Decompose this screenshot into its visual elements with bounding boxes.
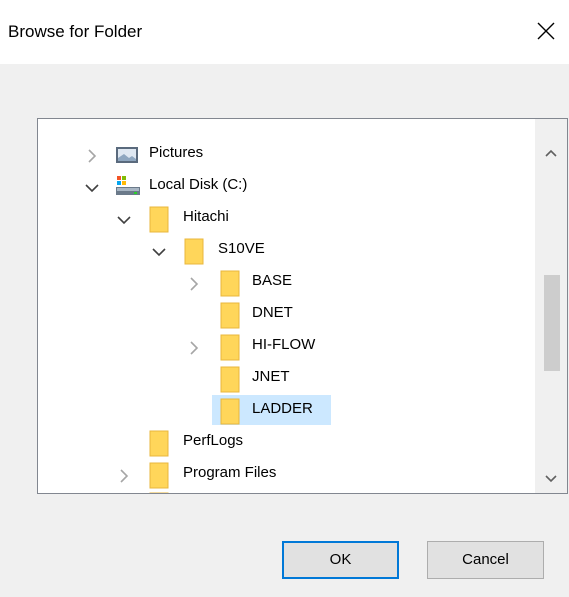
ok-button[interactable]: OK	[282, 541, 399, 579]
chevron-right-icon[interactable]	[116, 468, 132, 484]
tree-item-perflogs[interactable]: PerfLogs	[38, 427, 518, 459]
folder-icon	[149, 492, 169, 493]
tree-item-hitachi[interactable]: Hitachi	[38, 203, 518, 235]
folder-icon	[220, 270, 240, 297]
tree-item-label: Program Files	[183, 464, 277, 481]
tree-item-dnet[interactable]: DNET	[38, 299, 518, 331]
folder-icon	[184, 238, 204, 265]
tree-item-label: HI-FLOW	[252, 336, 316, 353]
folder-icon	[149, 462, 169, 489]
tree-item-label: Hitachi	[183, 208, 229, 225]
folder-icon	[149, 430, 169, 457]
chevron-right-icon[interactable]	[186, 340, 202, 356]
browse-for-folder-dialog: Browse for Folder Pictures Local Disk (C…	[0, 0, 569, 597]
tree-item-label: Pictures	[149, 144, 204, 161]
scroll-down-arrow-icon[interactable]	[543, 471, 559, 487]
tree-item-label: DNET	[252, 304, 293, 321]
tree-item-label: LADDER	[252, 400, 313, 417]
tree-item-program-files[interactable]: Program Files	[38, 459, 518, 491]
title-bar: Browse for Folder	[0, 0, 569, 64]
chevron-down-icon[interactable]	[84, 180, 100, 196]
close-icon	[537, 22, 555, 40]
tree-item-hi-flow[interactable]: HI-FLOW	[38, 331, 518, 363]
tree-item-ladder[interactable]: LADDER	[38, 395, 518, 427]
folder-tree[interactable]: Pictures Local Disk (C:) Hitachi S10VE B…	[37, 118, 568, 494]
cancel-button[interactable]: Cancel	[427, 541, 544, 579]
tree-item-base[interactable]: BASE	[38, 267, 518, 299]
scrollbar-thumb[interactable]	[544, 275, 560, 371]
tree-item-s10ve[interactable]: S10VE	[38, 235, 518, 267]
folder-icon	[220, 366, 240, 393]
tree-item-label: JNET	[252, 368, 290, 385]
tree-item-label: S10VE	[218, 240, 265, 257]
close-button[interactable]	[523, 8, 569, 52]
folder-icon	[149, 206, 169, 233]
tree-item-pictures[interactable]: Pictures	[38, 139, 518, 171]
dialog-title: Browse for Folder	[8, 22, 143, 41]
scroll-up-arrow-icon[interactable]	[543, 145, 559, 161]
drive-icon	[116, 176, 140, 195]
chevron-right-icon[interactable]	[84, 148, 100, 164]
vertical-scrollbar[interactable]	[535, 119, 567, 493]
tree-item-local-disk[interactable]: Local Disk (C:)	[38, 171, 518, 203]
folder-icon	[220, 398, 240, 425]
tree-item-label: Local Disk (C:)	[149, 176, 248, 193]
tree-item-jnet[interactable]: JNET	[38, 363, 518, 395]
folder-icon	[220, 302, 240, 329]
chevron-right-icon[interactable]	[186, 276, 202, 292]
chevron-down-icon[interactable]	[151, 244, 167, 260]
tree-item-label: PerfLogs	[183, 432, 244, 449]
folder-icon	[220, 334, 240, 361]
chevron-down-icon[interactable]	[116, 212, 132, 228]
tree-item-label: BASE	[252, 272, 293, 289]
pictures-icon	[116, 147, 138, 163]
